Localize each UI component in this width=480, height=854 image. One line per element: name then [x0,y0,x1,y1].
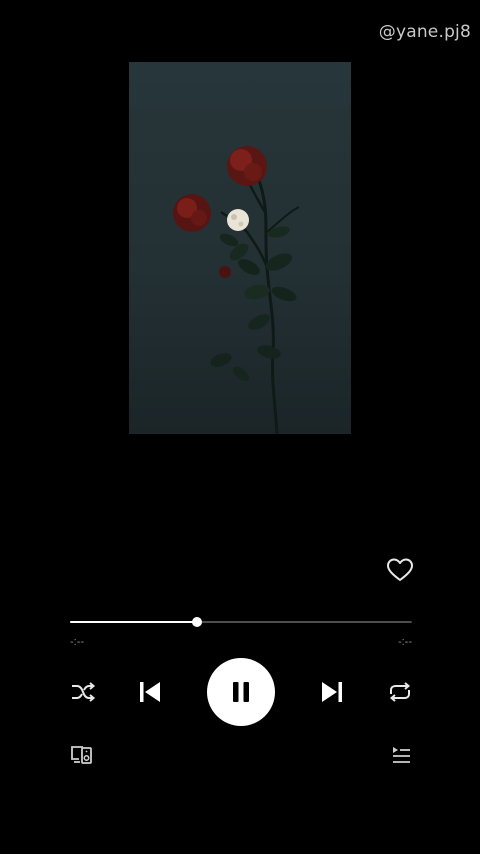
skip-next-icon [322,682,342,702]
previous-button[interactable] [137,679,163,705]
progress-bar[interactable] [70,616,412,628]
pause-icon [233,682,249,702]
elapsed-time: -:-- [70,636,85,648]
connect-devices-button[interactable] [70,744,94,766]
like-button[interactable] [386,557,414,583]
repeat-icon [389,682,411,702]
progress-thumb[interactable] [191,617,202,627]
shuffle-button[interactable] [70,680,96,704]
album-artwork [129,62,351,434]
progress-fill [70,621,197,623]
total-time: -:-- [397,636,412,648]
heart-outline-icon [387,558,413,581]
rose-moon-artwork-icon [173,146,300,434]
connect-devices-icon [71,746,92,764]
next-button[interactable] [319,679,345,705]
queue-icon [393,747,410,763]
watermark-text: @yane.pj8 [378,22,471,42]
skip-previous-icon [140,682,160,702]
queue-button[interactable] [390,745,412,765]
repeat-button[interactable] [386,680,414,704]
pause-button[interactable] [207,658,275,726]
shuffle-icon [72,682,96,702]
